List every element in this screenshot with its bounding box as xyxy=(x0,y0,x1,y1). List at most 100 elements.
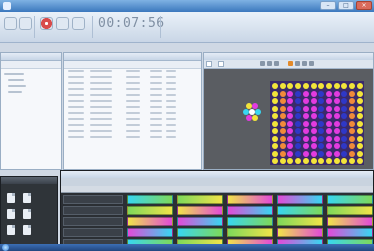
file-icon[interactable] xyxy=(23,225,31,235)
led-pixel xyxy=(333,158,340,164)
timeline-clip[interactable] xyxy=(177,206,223,215)
toolbar-button[interactable] xyxy=(4,17,17,30)
timeline-clip[interactable] xyxy=(227,206,273,215)
led-pixel xyxy=(356,83,363,89)
led-pixel xyxy=(287,128,294,134)
led-pixel xyxy=(333,98,340,104)
list-cell xyxy=(150,118,162,120)
tool-icon[interactable] xyxy=(302,61,307,66)
timeline-clip[interactable] xyxy=(127,217,173,226)
led-pixel xyxy=(279,158,286,164)
led-pixel xyxy=(325,158,332,164)
tab-stage[interactable] xyxy=(218,61,224,67)
track-header[interactable] xyxy=(63,217,123,226)
list-item[interactable] xyxy=(66,81,199,85)
pane-header xyxy=(64,53,201,61)
track-header[interactable] xyxy=(63,195,123,204)
file-icon[interactable] xyxy=(7,225,15,235)
tree-item[interactable] xyxy=(8,91,22,93)
timeline-clip[interactable] xyxy=(177,217,223,226)
led-pixel xyxy=(272,120,278,127)
led-pixel xyxy=(302,143,309,149)
tree-item[interactable] xyxy=(8,79,24,81)
list-cell xyxy=(90,100,112,102)
led-pixel xyxy=(325,150,332,157)
maximize-button[interactable]: □ xyxy=(338,1,354,10)
tree-item[interactable] xyxy=(8,85,26,87)
timeline-clip[interactable] xyxy=(277,206,323,215)
list-item[interactable] xyxy=(66,69,199,73)
led-pixel xyxy=(341,143,348,149)
led-pixel xyxy=(333,135,340,142)
toolbar-button[interactable] xyxy=(72,17,85,30)
led-pixel xyxy=(302,158,309,164)
timeline-clip[interactable] xyxy=(277,195,323,204)
led-pixel xyxy=(279,113,286,119)
tool-icon[interactable] xyxy=(267,61,272,66)
tab-preview[interactable] xyxy=(206,61,212,67)
minimize-button[interactable]: – xyxy=(320,1,336,10)
led-pixel xyxy=(279,150,286,157)
led-pixel xyxy=(279,98,286,104)
app-icon xyxy=(3,2,11,10)
tool-icon[interactable] xyxy=(295,61,300,66)
tool-icon[interactable] xyxy=(288,61,293,66)
toolbar-button[interactable] xyxy=(56,17,69,30)
list-item[interactable] xyxy=(66,123,199,127)
list-item[interactable] xyxy=(66,75,199,79)
led-pixel xyxy=(318,90,325,97)
led-pixel xyxy=(287,158,294,164)
file-icon[interactable] xyxy=(7,193,15,203)
timeline-clip[interactable] xyxy=(327,195,373,204)
file-icon[interactable] xyxy=(7,209,15,219)
list-item[interactable] xyxy=(66,111,199,115)
list-cell xyxy=(150,82,162,84)
list-item[interactable] xyxy=(66,93,199,97)
tree-item[interactable] xyxy=(4,73,24,75)
led-pixel xyxy=(287,150,294,157)
timeline-clip[interactable] xyxy=(327,206,373,215)
tool-icon[interactable] xyxy=(309,61,314,66)
timeline-clip[interactable] xyxy=(177,228,223,237)
timeline-clip[interactable] xyxy=(277,228,323,237)
record-icon[interactable] xyxy=(40,17,53,30)
list-cell xyxy=(150,100,162,102)
list-cell xyxy=(90,70,112,72)
track-header[interactable] xyxy=(63,228,123,237)
toolbar-button[interactable] xyxy=(19,17,32,30)
timeline-clip[interactable] xyxy=(227,217,273,226)
list-item[interactable] xyxy=(66,117,199,121)
list-cell xyxy=(90,106,112,108)
timeline-clip[interactable] xyxy=(127,195,173,204)
list-cell xyxy=(90,118,112,120)
timeline-clip[interactable] xyxy=(227,195,273,204)
led-pixel xyxy=(341,150,348,157)
list-cell xyxy=(68,94,84,96)
list-item[interactable] xyxy=(66,135,199,139)
led-pixel xyxy=(325,90,332,97)
list-item[interactable] xyxy=(66,105,199,109)
timeline-ruler[interactable] xyxy=(61,186,373,193)
timeline-clip[interactable] xyxy=(327,217,373,226)
timeline-clip[interactable] xyxy=(277,217,323,226)
file-icon[interactable] xyxy=(23,193,31,203)
timeline-clip[interactable] xyxy=(227,228,273,237)
led-matrix-stage[interactable] xyxy=(270,81,364,165)
timeline-clip[interactable] xyxy=(327,228,373,237)
list-item[interactable] xyxy=(66,87,199,91)
windows-start-icon[interactable] xyxy=(2,244,9,251)
track-header[interactable] xyxy=(63,206,123,215)
led-pixel xyxy=(310,113,317,119)
tool-icon[interactable] xyxy=(274,61,279,66)
led-pixel xyxy=(302,83,309,89)
led-pixel xyxy=(302,120,309,127)
timeline-clip[interactable] xyxy=(127,206,173,215)
led-pixel xyxy=(318,98,325,104)
timeline-clip[interactable] xyxy=(177,195,223,204)
close-button[interactable]: × xyxy=(356,1,372,10)
file-icon[interactable] xyxy=(23,209,31,219)
tool-icon[interactable] xyxy=(260,61,265,66)
list-item[interactable] xyxy=(66,129,199,133)
timeline-clip[interactable] xyxy=(127,228,173,237)
list-item[interactable] xyxy=(66,99,199,103)
